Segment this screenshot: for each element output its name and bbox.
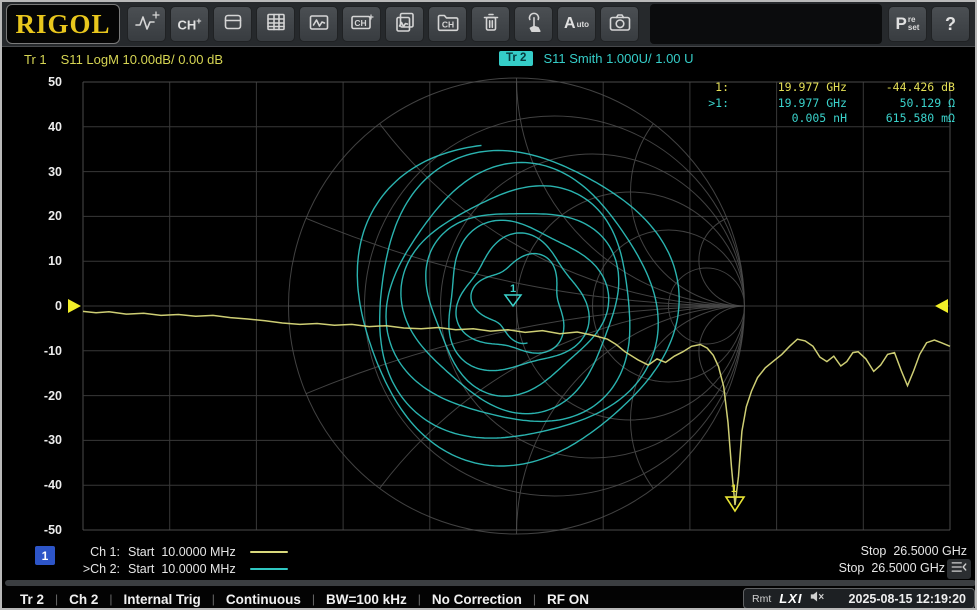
trace1-info[interactable]: Tr 1 S11 LogM 10.00dB/ 0.00 dB <box>24 52 223 67</box>
delete-button[interactable] <box>471 6 510 42</box>
ref-level-marker-right[interactable] <box>935 299 948 313</box>
trace-add-icon <box>134 10 160 39</box>
marker-readout-row: 0.005 nH615.580 mΩ <box>693 111 955 127</box>
status-separator: | <box>55 592 58 606</box>
window-number-badge[interactable]: 1 <box>35 546 55 565</box>
y-tick-label: 40 <box>20 119 62 135</box>
marker-readout: 1:19.977 GHz-44.426 dB>1:19.977 GHz50.12… <box>693 80 955 127</box>
y-tick-label: -30 <box>20 432 62 448</box>
add-trace-button[interactable] <box>127 6 166 42</box>
copy-channel-button[interactable]: CH <box>428 6 467 42</box>
toolbar-buttons: CH+ CH CH Auto <box>127 6 639 42</box>
status-item-tr-2[interactable]: Tr 2 <box>20 592 44 607</box>
speaker-muted-icon[interactable] <box>810 590 825 608</box>
status-separator: | <box>418 592 421 606</box>
status-separator: | <box>312 592 315 606</box>
marker-readout-row: >1:19.977 GHz50.129 Ω <box>693 96 955 112</box>
channel1-stop: Stop 26.5000 GHz <box>747 544 967 558</box>
status-item-no-correction[interactable]: No Correction <box>432 592 522 607</box>
copy-channel-icon: CH <box>436 11 460 38</box>
trace-window-button[interactable] <box>299 6 338 42</box>
y-tick-label: 30 <box>20 164 62 180</box>
lxi-indicator: LXI <box>779 591 802 606</box>
channel1-trace-swatch <box>250 551 288 554</box>
rigol-logo: RIGOL <box>6 4 120 44</box>
trace1-format: S11 LogM 10.00dB/ 0.00 dB <box>61 52 223 67</box>
marker1-trace1[interactable]: 1 <box>726 483 744 511</box>
trace2-format: S11 Smith 1.000U/ 1.00 U <box>543 51 693 66</box>
channel-window-button[interactable]: CH <box>342 6 381 42</box>
channel1-label: Ch 1: <box>72 545 120 559</box>
trace2-info[interactable]: Tr 2 S11 Smith 1.000U/ 1.00 U <box>499 51 694 66</box>
trace-info-bar: Tr 1 S11 LogM 10.00dB/ 0.00 dB Tr 2 S11 … <box>2 47 977 73</box>
channel1-legend[interactable]: Ch 1: Start 10.0000 MHz <box>72 544 288 560</box>
copy-trace-button[interactable] <box>385 6 424 42</box>
status-bar: Tr 2 | Ch 2 | Internal Trig | Continuous | BW=10… <box>2 586 977 610</box>
touch-icon <box>523 11 545 38</box>
table-view-button[interactable] <box>256 6 295 42</box>
y-tick-label: -50 <box>20 522 62 538</box>
window-icon <box>222 11 244 38</box>
remote-indicator: Rmt <box>752 593 771 605</box>
status-item-ch-2[interactable]: Ch 2 <box>69 592 98 607</box>
status-items: Tr 2 | Ch 2 | Internal Trig | Continuous | BW=10… <box>20 592 589 607</box>
status-item-continuous[interactable]: Continuous <box>226 592 301 607</box>
channel2-trace-swatch <box>250 568 288 571</box>
svg-text:CH: CH <box>441 19 453 29</box>
y-tick-label: 10 <box>20 253 62 269</box>
status-separator: | <box>212 592 215 606</box>
vna-screen: 1 1 50 40 30 20 10 0 -10 -20 -30 -40 -50 1:19.977 G… <box>0 0 977 610</box>
status-item-internal-trig[interactable]: Internal Trig <box>124 592 201 607</box>
table-icon <box>265 11 287 38</box>
y-tick-label: -10 <box>20 343 62 359</box>
touch-mode-button[interactable] <box>514 6 553 42</box>
channel2-start: Start 10.0000 MHz <box>128 562 236 576</box>
legend-collapse-button[interactable] <box>947 559 971 579</box>
toolbar-spacer <box>650 4 882 44</box>
trace-window-icon <box>308 11 330 38</box>
status-separator: | <box>109 592 112 606</box>
status-separator: | <box>533 592 536 606</box>
status-item-bw-100-khz[interactable]: BW=100 kHz <box>326 592 407 607</box>
status-item-rf-on[interactable]: RF ON <box>547 592 589 607</box>
auto-scale-button[interactable]: Auto <box>557 6 596 42</box>
preset-button[interactable]: P reset <box>888 6 927 42</box>
trace2-active-badge[interactable]: Tr 2 <box>499 51 533 66</box>
system-status-panel: Rmt LXI 2025-08-15 12:19:20 <box>743 588 975 609</box>
menu-collapse-icon <box>950 559 968 580</box>
datetime-display: 2025-08-15 12:19:20 <box>849 592 966 606</box>
y-tick-label: 20 <box>20 208 62 224</box>
window-layout-button[interactable] <box>213 6 252 42</box>
toolbar: RIGOL CH+ CH CH Auto <box>2 2 977 47</box>
camera-icon <box>608 11 632 38</box>
svg-text:1: 1 <box>731 483 737 495</box>
trace1-label: Tr 1 <box>24 52 47 67</box>
channel2-stop: Stop 26.5000 GHz <box>725 561 945 575</box>
ref-level-marker-left[interactable] <box>68 299 81 313</box>
y-tick-label: -20 <box>20 388 62 404</box>
channel2-legend[interactable]: >Ch 2: Start 10.0000 MHz <box>72 561 288 577</box>
svg-text:CH: CH <box>354 18 366 28</box>
channel-window-icon: CH <box>350 11 374 38</box>
screenshot-button[interactable] <box>600 6 639 42</box>
channel2-label: >Ch 2: <box>72 562 120 576</box>
add-channel-button[interactable]: CH+ <box>170 6 209 42</box>
marker-readout-row: 1:19.977 GHz-44.426 dB <box>693 80 955 96</box>
y-tick-label: 50 <box>20 74 62 90</box>
y-tick-label: -40 <box>20 477 62 493</box>
help-button[interactable]: ? <box>931 6 970 42</box>
svg-text:1: 1 <box>510 283 516 295</box>
y-tick-label: 0 <box>20 298 62 314</box>
trash-icon <box>480 11 502 38</box>
channel1-start: Start 10.0000 MHz <box>128 545 236 559</box>
copy-trace-icon <box>394 11 416 38</box>
